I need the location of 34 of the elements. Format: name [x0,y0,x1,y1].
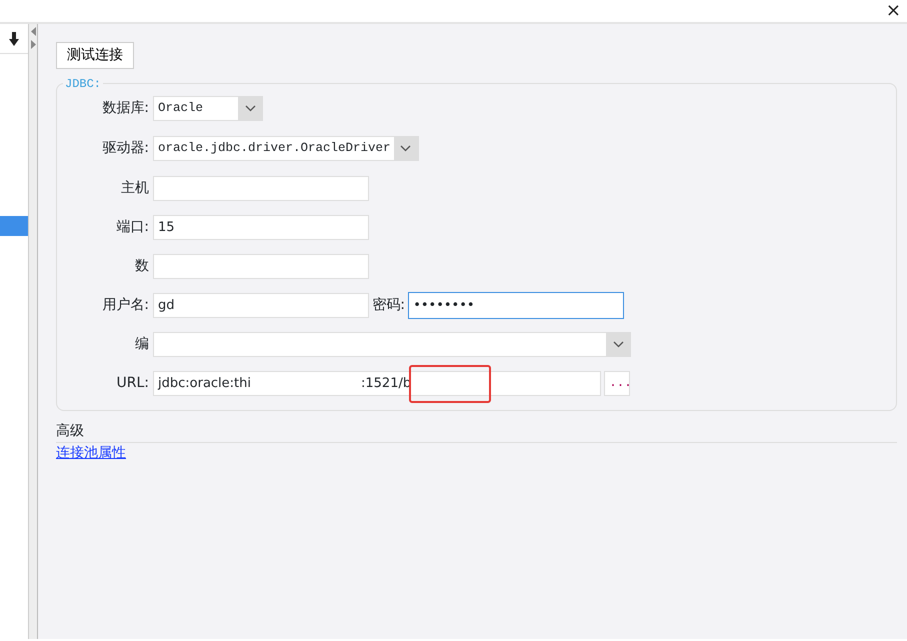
field-label: 数 [134,257,150,276]
connection-pool-link[interactable]: 连接池属性 [56,443,126,464]
chevron-down-icon [400,145,412,152]
select-field[interactable] [153,332,631,357]
field-value: 15 [158,218,175,237]
username-field[interactable]: gd [153,293,369,318]
select-value: oracle.jdbc.driver.OracleDriver [158,140,392,158]
browse-button[interactable]: ... [604,371,630,396]
field-label: 主机 [120,179,150,198]
test-connection-button[interactable]: 测试连接 [56,42,134,69]
select-value: Oracle [158,100,204,118]
select-field[interactable]: oracle.jdbc.driver.OracleDriver [153,136,419,161]
password-field[interactable]: •••••••• [408,292,624,319]
field-label: 编 [134,335,150,354]
field-label: 密码: [372,296,405,315]
text-field[interactable]: 15 [153,215,369,240]
field-value: gd [158,296,175,315]
download-icon[interactable] [9,32,19,46]
chevron-down-icon [244,105,256,112]
field-label: 驱动器: [101,139,150,158]
dropdown-button[interactable] [394,136,418,161]
close-button[interactable]: × [886,2,901,20]
select-field[interactable]: Oracle [153,96,263,121]
field-label: URL: [116,374,150,393]
section-title: 高级 [56,423,84,439]
url-text: jdbc:oracle:thi [158,374,251,393]
text-field[interactable] [153,254,369,279]
field-label: 端口: [115,218,150,237]
dropdown-button[interactable] [606,332,630,357]
dropdown-button[interactable] [238,96,262,121]
field-label: 数据库: [101,99,150,118]
field-label: 用户名: [101,296,150,315]
chevron-down-icon [612,341,624,348]
text-field[interactable] [153,176,369,201]
